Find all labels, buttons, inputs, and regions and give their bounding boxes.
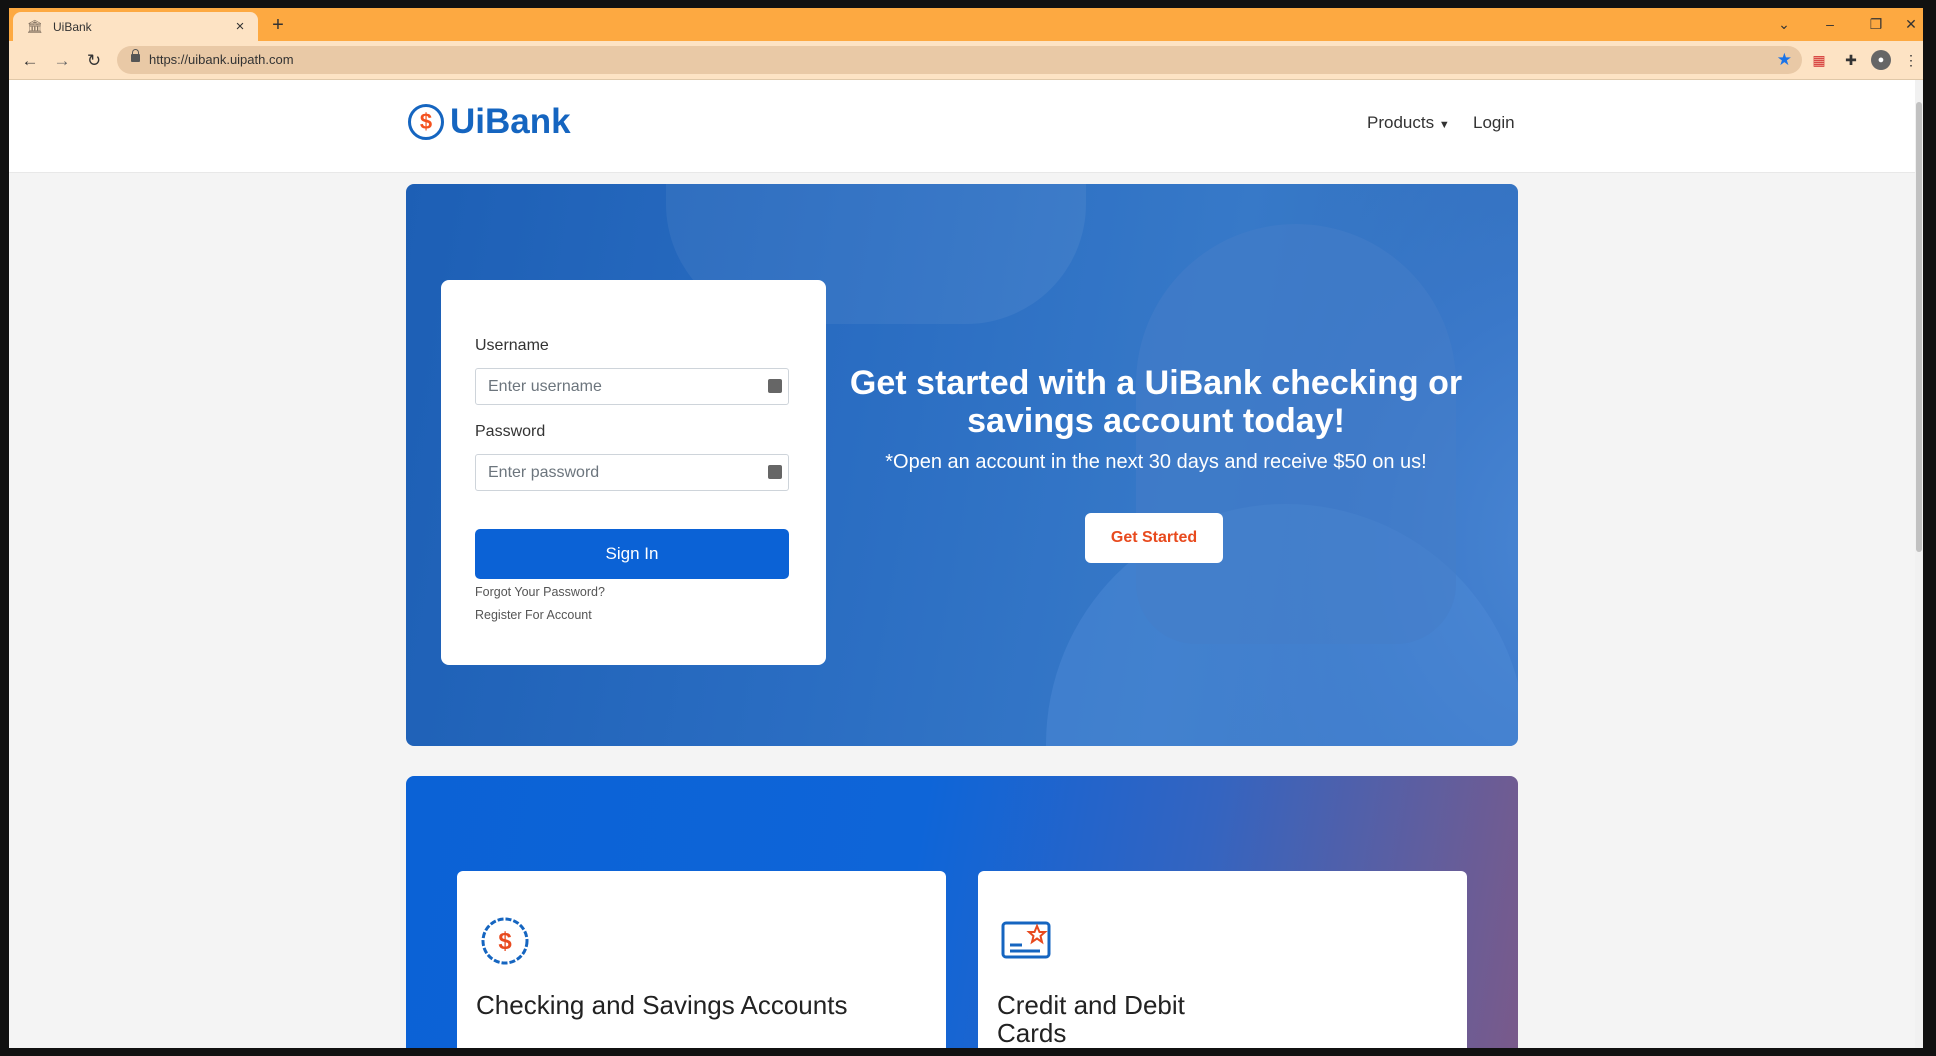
username-field[interactable] <box>475 368 789 405</box>
credit-card-star-icon <box>1001 921 1051 959</box>
card-title: Credit and Debit Cards <box>997 990 1185 1048</box>
scrollbar[interactable] <box>1915 80 1923 1048</box>
password-label: Password <box>475 423 546 440</box>
menu-kebab-icon[interactable]: ⋮ <box>1901 50 1921 70</box>
page-content: $ UiBank Products ▼ Login Username Passw… <box>9 80 1915 1048</box>
browser-tab[interactable]: 🏛 UiBank × <box>13 12 258 41</box>
products-dropdown[interactable]: Products ▼ <box>1367 113 1450 133</box>
site-header: $ UiBank Products ▼ Login <box>9 80 1915 173</box>
password-manager-icon[interactable] <box>768 465 782 479</box>
tab-close-icon[interactable]: × <box>230 18 250 35</box>
login-card: Username Password Sign In Forgot Your Pa… <box>441 280 826 665</box>
hero-title: Get started with a UiBank checking or sa… <box>849 364 1463 440</box>
password-field[interactable] <box>475 454 789 491</box>
address-bar: ← → ↻ https://uibank.uipath.com ★ ▦ ✚ ● … <box>9 41 1923 80</box>
minimize-button[interactable]: – <box>1807 8 1853 41</box>
bookmark-star-icon[interactable]: ★ <box>1777 46 1792 74</box>
puzzle-extensions-icon[interactable]: ✚ <box>1841 50 1861 70</box>
browser-window: 🏛 UiBank × + ⌄ – ❐ ✕ ← → ↻ https://uiban… <box>9 8 1923 1048</box>
hero-subtitle: *Open an account in the next 30 days and… <box>885 451 1427 473</box>
close-window-button[interactable]: ✕ <box>1899 8 1923 41</box>
back-arrow-icon[interactable]: ← <box>19 50 41 72</box>
sign-in-button[interactable]: Sign In <box>475 529 789 579</box>
login-nav-link[interactable]: Login <box>1473 113 1515 133</box>
url-text[interactable]: https://uibank.uipath.com <box>149 46 294 74</box>
password-input[interactable] <box>476 455 770 490</box>
get-started-button[interactable]: Get Started <box>1085 513 1223 563</box>
tab-search-icon[interactable]: ⌄ <box>1761 8 1807 41</box>
svg-text:$: $ <box>498 928 512 955</box>
product-card-accounts[interactable]: $ Checking and Savings Accounts <box>457 871 946 1048</box>
new-tab-button[interactable]: + <box>266 13 290 37</box>
restore-button[interactable]: ❐ <box>1853 8 1899 41</box>
profile-avatar-icon[interactable]: ● <box>1871 50 1891 70</box>
tab-title: UiBank <box>53 19 92 34</box>
password-manager-icon[interactable] <box>768 379 782 393</box>
scrollbar-thumb[interactable] <box>1916 102 1922 552</box>
tab-bar: 🏛 UiBank × + ⌄ – ❐ ✕ <box>9 8 1923 41</box>
products-section: $ Checking and Savings Accounts Credit a… <box>406 776 1518 1048</box>
lock-icon <box>131 49 140 62</box>
forgot-password-link[interactable]: Forgot Your Password? <box>475 585 605 599</box>
product-card-cards[interactable]: Credit and Debit Cards <box>978 871 1467 1048</box>
extension-icon[interactable]: ▦ <box>1809 50 1829 70</box>
bank-favicon-icon: 🏛 <box>26 18 44 34</box>
dollar-badge-icon: $ <box>408 104 444 140</box>
dollar-badge-icon: $ <box>481 917 529 965</box>
reload-icon[interactable]: ↻ <box>83 50 105 72</box>
username-input[interactable] <box>476 369 770 404</box>
caret-down-icon: ▼ <box>1438 119 1450 131</box>
card-title: Checking and Savings Accounts <box>476 990 848 1020</box>
uibank-logo[interactable]: $ UiBank <box>408 102 571 142</box>
omnibox[interactable]: https://uibank.uipath.com ★ <box>117 46 1802 74</box>
logo-text: UiBank <box>450 102 571 141</box>
username-label: Username <box>475 337 549 354</box>
products-label: Products <box>1367 113 1435 132</box>
register-link[interactable]: Register For Account <box>475 608 592 622</box>
hero-banner: Username Password Sign In Forgot Your Pa… <box>406 184 1518 746</box>
forward-arrow-icon[interactable]: → <box>51 50 73 72</box>
